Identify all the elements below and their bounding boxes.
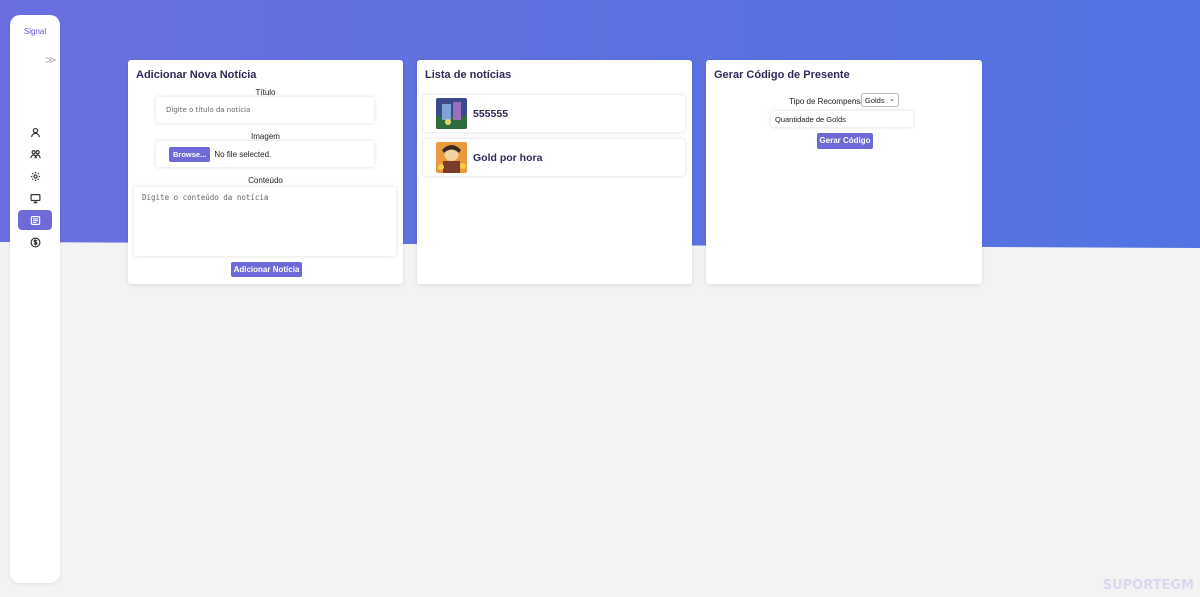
gift-code-card: Gerar Código de Presente Tipo de Recompe… (706, 60, 982, 284)
titulo-label: Título (255, 88, 276, 97)
user-icon (30, 127, 40, 137)
sidebar-nav (18, 122, 52, 254)
news-item[interactable]: 555555 (423, 95, 685, 132)
news-item[interactable]: Gold por hora (423, 139, 685, 176)
add-news-button[interactable]: Adicionar Notícia (231, 262, 302, 277)
news-item-title: 555555 (473, 107, 509, 120)
quantity-input[interactable]: Quantidade de Golds (771, 111, 913, 127)
news-thumbnail (436, 98, 467, 129)
sidebar-item-finance[interactable] (18, 232, 52, 252)
sidebar: Signal >> (10, 15, 60, 583)
titulo-input[interactable]: Digite o título da notícia (156, 97, 374, 123)
image-file-input[interactable]: Browse... No file selected. (156, 141, 374, 167)
reward-type-select[interactable]: Golds ⌄ (861, 93, 899, 107)
sidebar-item-user[interactable] (18, 122, 52, 142)
file-status: No file selected. (214, 149, 272, 159)
generate-code-button[interactable]: Gerar Código (817, 133, 873, 149)
double-chevron-right-icon[interactable]: >> (45, 53, 56, 67)
sidebar-item-users[interactable] (18, 144, 52, 164)
news-icon (30, 215, 40, 225)
browse-button[interactable]: Browse... (169, 146, 211, 162)
gear-icon (30, 171, 40, 181)
users-icon (29, 149, 41, 158)
chevron-down-icon: ⌄ (889, 96, 895, 103)
news-item-title: Gold por hora (473, 151, 543, 164)
add-news-title: Adicionar Nova Notícia (136, 69, 257, 81)
imagem-label: Imagem (251, 132, 280, 141)
news-list-title: Lista de notícias (425, 69, 512, 81)
dollar-icon (30, 237, 40, 247)
monitor-icon (30, 193, 40, 203)
sidebar-item-monitor[interactable] (18, 188, 52, 208)
conteudo-label: Conteúdo (248, 176, 283, 185)
news-thumbnail (436, 142, 467, 173)
watermark-logo: SUPORTEGM (1102, 578, 1194, 593)
sidebar-item-settings[interactable] (18, 166, 52, 186)
gift-code-title: Gerar Código de Presente (714, 69, 850, 81)
reward-type-value: Golds (865, 96, 885, 105)
reward-type-label: Tipo de Recompensa (789, 97, 865, 106)
news-list-card: Lista de notícias 555555 Gold por hora (417, 60, 692, 284)
brand-name[interactable]: Signal (10, 27, 60, 36)
conteudo-textarea[interactable]: Digite o conteúdo da notícia (134, 187, 396, 256)
sidebar-item-news[interactable] (18, 210, 52, 230)
add-news-card: Adicionar Nova Notícia Título Digite o t… (128, 60, 403, 284)
